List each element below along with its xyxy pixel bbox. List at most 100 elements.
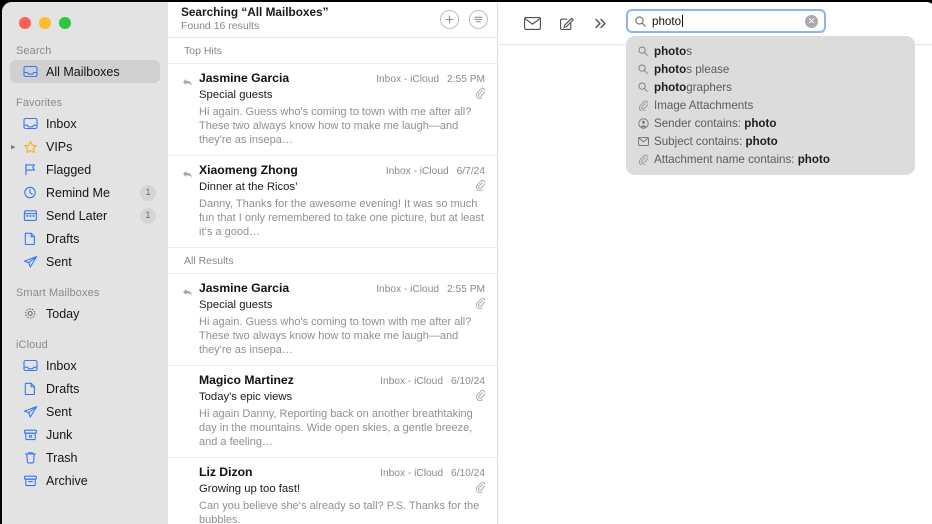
text-caret (682, 15, 683, 27)
suggestion-label: photos (654, 45, 692, 58)
zoom-button[interactable] (59, 17, 71, 29)
result-group-header: Top Hits (168, 38, 497, 64)
message-list-item[interactable]: Jasmine Garcia Inbox - iCloud 2:55 PM Sp… (168, 64, 497, 156)
sidebar: SearchAll MailboxesFavoritesInbox▸VIPsFl… (2, 2, 168, 524)
sidebar-item-label: Inbox (46, 359, 160, 373)
message-subject: Special guests (199, 89, 475, 101)
search-suggestions-dropdown: photos photos please photographers Image At… (626, 36, 915, 175)
message-sender: Magico Martinez (199, 373, 380, 387)
chevron-double-right-icon[interactable] (583, 10, 617, 36)
filter-icon[interactable] (469, 10, 488, 29)
message-subject: Growing up too fast! (199, 483, 475, 495)
person-icon (638, 118, 654, 129)
search-suggestion-item[interactable]: Subject contains: photo (626, 132, 915, 150)
sidebar-item-all-mailboxes[interactable]: All Mailboxes (10, 60, 160, 83)
unread-badge: 1 (140, 185, 156, 201)
inbox-icon (22, 116, 39, 131)
suggestion-label: Image Attachments (654, 99, 753, 112)
paperclip-icon (475, 388, 485, 406)
sidebar-item-label: Remind Me (46, 186, 140, 200)
search-suggestion-item[interactable]: Sender contains: photo (626, 114, 915, 132)
message-date: 6/7/24 (457, 166, 485, 177)
sidebar-item-junk[interactable]: Junk (10, 423, 160, 446)
sidebar-item-label: VIPs (46, 140, 160, 154)
close-button[interactable] (19, 17, 31, 29)
paperclip-icon (475, 86, 485, 104)
sidebar-item-remind-me[interactable]: Remind Me1 (10, 181, 160, 204)
sidebar-item-label: Inbox (46, 117, 160, 131)
add-icon[interactable] (440, 10, 459, 29)
message-mailbox: Inbox - iCloud (376, 74, 439, 85)
minimize-button[interactable] (39, 17, 51, 29)
sidebar-item-label: Sent (46, 405, 160, 419)
search-suggestion-item[interactable]: Attachment name contains: photo (626, 150, 915, 168)
paperclip-icon (638, 100, 654, 111)
mail-window: SearchAll MailboxesFavoritesInbox▸VIPsFl… (2, 2, 932, 524)
inbox-icon (22, 358, 39, 373)
sidebar-item-archive[interactable]: Archive (10, 469, 160, 492)
document-icon (22, 381, 39, 396)
paperclip-icon (638, 154, 654, 165)
page-title: Searching “All Mailboxes” (181, 6, 430, 19)
search-icon (638, 82, 654, 92)
sidebar-item-sent[interactable]: Sent (10, 250, 160, 273)
paper-plane-icon (22, 254, 39, 269)
trash-icon (22, 450, 39, 465)
sidebar-item-label: Send Later (46, 209, 140, 223)
sidebar-item-label: Junk (46, 428, 160, 442)
sidebar-item-drafts[interactable]: Drafts (10, 377, 160, 400)
calendar-icon (22, 208, 39, 223)
sidebar-item-sent[interactable]: Sent (10, 400, 160, 423)
sidebar-item-today[interactable]: Today (10, 302, 160, 325)
search-field[interactable]: photo ✕ (626, 9, 826, 33)
paperclip-icon (475, 480, 485, 498)
sidebar-item-flagged[interactable]: Flagged (10, 158, 160, 181)
message-preview: Hi again. Guess who's coming to town wit… (199, 105, 485, 147)
search-icon (635, 16, 646, 27)
paper-plane-icon (22, 404, 39, 419)
sidebar-item-inbox[interactable]: Inbox (10, 354, 160, 377)
message-subject: Special guests (199, 299, 475, 311)
sidebar-item-send-later[interactable]: Send Later1 (10, 204, 160, 227)
junk-icon (22, 427, 39, 442)
message-date: 2:55 PM (447, 284, 485, 295)
suggestion-label: Attachment name contains: photo (654, 153, 830, 166)
message-list-item[interactable]: Magico Martinez Inbox - iCloud 6/10/24 T… (168, 366, 497, 458)
message-preview: Danny, Thanks for the awesome evening! I… (199, 197, 485, 239)
flag-icon (22, 162, 39, 177)
message-mailbox: Inbox - iCloud (386, 166, 449, 177)
chevron-right-icon[interactable]: ▸ (11, 142, 16, 151)
archive-icon (22, 473, 39, 488)
search-icon (638, 64, 654, 74)
sidebar-item-vips[interactable]: ▸ VIPs (10, 135, 160, 158)
document-icon (22, 231, 39, 246)
message-list-item[interactable]: Jasmine Garcia Inbox - iCloud 2:55 PM Sp… (168, 274, 497, 366)
message-mailbox: Inbox - iCloud (376, 284, 439, 295)
search-suggestion-item[interactable]: photos (626, 42, 915, 60)
search-suggestion-item[interactable]: Image Attachments (626, 96, 915, 114)
sidebar-section-header: iCloud (2, 339, 168, 354)
search-suggestion-item[interactable]: photographers (626, 78, 915, 96)
sidebar-item-label: Archive (46, 474, 160, 488)
sidebar-item-label: Drafts (46, 382, 160, 396)
envelope-icon[interactable] (515, 10, 549, 36)
paperclip-icon (475, 178, 485, 196)
all-mailboxes-icon (22, 64, 39, 79)
sidebar-item-trash[interactable]: Trash (10, 446, 160, 469)
search-input[interactable]: photo (652, 15, 805, 28)
search-suggestion-item[interactable]: photos please (626, 60, 915, 78)
suggestion-label: photos please (654, 63, 729, 76)
list-header: Searching “All Mailboxes” Found 16 resul… (168, 2, 497, 38)
message-list-item[interactable]: Liz Dizon Inbox - iCloud 6/10/24 Growing… (168, 458, 497, 524)
message-sender: Jasmine Garcia (199, 281, 376, 295)
message-date: 2:55 PM (447, 74, 485, 85)
result-count: Found 16 results (181, 20, 430, 33)
sidebar-item-drafts[interactable]: Drafts (10, 227, 160, 250)
sidebar-item-inbox[interactable]: Inbox (10, 112, 160, 135)
message-mailbox: Inbox - iCloud (380, 376, 443, 387)
compose-icon[interactable] (549, 10, 583, 36)
clear-icon[interactable]: ✕ (805, 15, 818, 28)
replied-icon (182, 166, 193, 184)
message-list-item[interactable]: Xiaomeng Zhong Inbox - iCloud 6/7/24 Din… (168, 156, 497, 248)
clock-icon (22, 185, 39, 200)
